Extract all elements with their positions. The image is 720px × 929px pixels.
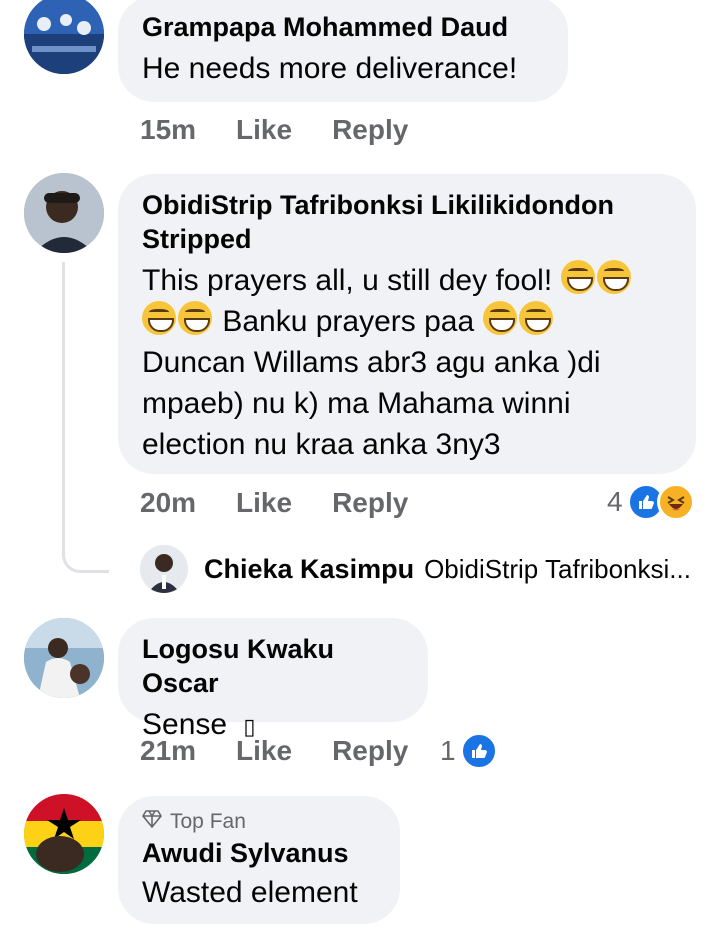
avatar[interactable]	[24, 173, 104, 253]
comment-actions: 21m Like Reply	[140, 735, 448, 767]
reply-button[interactable]: Reply	[332, 114, 408, 146]
reply-snippet: ObidiStrip Tafribonksi...	[424, 553, 691, 584]
comment-author[interactable]: Grampapa Mohammed Daud	[142, 10, 544, 44]
comment-text-line: mpaeb) nu k) ma Mahama winni	[142, 387, 571, 420]
avatar[interactable]	[24, 0, 104, 74]
top-fan-badge: Top Fan	[142, 808, 376, 836]
comment-text: Wasted element	[142, 876, 358, 909]
reply-author[interactable]: Chieka Kasimpu	[204, 554, 414, 585]
comment-time[interactable]: 20m	[140, 487, 196, 519]
comment-text-line: Duncan Willams abr3 agu anka )di	[142, 346, 601, 379]
comment-time[interactable]: 15m	[140, 114, 196, 146]
comment-bubble: Top Fan Awudi Sylvanus Wasted element	[118, 796, 400, 924]
grinning-sweat-emoji-icon	[560, 260, 595, 294]
comment-author[interactable]: Logosu Kwaku Oscar	[142, 632, 404, 700]
comment-text-line: This prayers all, u still dey fool!	[142, 264, 553, 297]
comment-time[interactable]: 21m	[140, 735, 196, 767]
reaction-count: 4	[607, 486, 623, 517]
laughing-face-icon	[656, 483, 695, 521]
reaction-summary[interactable]: 1	[440, 732, 498, 770]
reply-button[interactable]: Reply	[332, 487, 408, 519]
reply-thread-line	[62, 262, 109, 573]
comment-actions: 15m Like Reply	[140, 114, 448, 146]
grinning-sweat-emoji-icon	[142, 301, 176, 335]
reaction-summary[interactable]: 4	[607, 483, 695, 521]
comment-actions: 20m Like Reply	[140, 487, 448, 519]
reply-button[interactable]: Reply	[332, 735, 408, 767]
reaction-count: 1	[440, 735, 456, 766]
grinning-sweat-emoji-icon	[518, 301, 553, 335]
comment-author[interactable]: ObidiStrip Tafribonksi Likilikidondon St…	[142, 188, 672, 256]
reply-preview[interactable]: Chieka Kasimpu ObidiStrip Tafribonksi...	[140, 545, 691, 593]
comment-text-line: Banku prayers paa	[222, 305, 475, 338]
grinning-sweat-emoji-icon	[596, 260, 631, 294]
comment-bubble: Logosu Kwaku Oscar Sense ▯	[118, 618, 428, 741]
comment-text: This prayers all, u still dey fool! Bank…	[142, 260, 672, 465]
thumbs-up-icon	[459, 732, 498, 770]
like-button[interactable]: Like	[236, 735, 292, 767]
grinning-sweat-emoji-icon	[178, 301, 212, 335]
comment-author[interactable]: Awudi Sylvanus	[142, 836, 376, 870]
comment-text-line: election nu kraa anka 3ny3	[142, 428, 501, 461]
comment-bubble: Grampapa Mohammed Daud He needs more del…	[118, 0, 568, 102]
top-fan-label: Top Fan	[170, 810, 246, 833]
like-button[interactable]: Like	[236, 114, 292, 146]
diamond-badge-icon	[142, 808, 162, 836]
avatar	[140, 545, 188, 593]
avatar[interactable]	[24, 618, 104, 698]
grinning-sweat-emoji-icon	[482, 301, 517, 335]
comment-text: He needs more deliverance!	[142, 52, 518, 85]
like-button[interactable]: Like	[236, 487, 292, 519]
avatar[interactable]	[24, 794, 104, 874]
comment-bubble: ObidiStrip Tafribonksi Likilikidondon St…	[118, 174, 696, 474]
